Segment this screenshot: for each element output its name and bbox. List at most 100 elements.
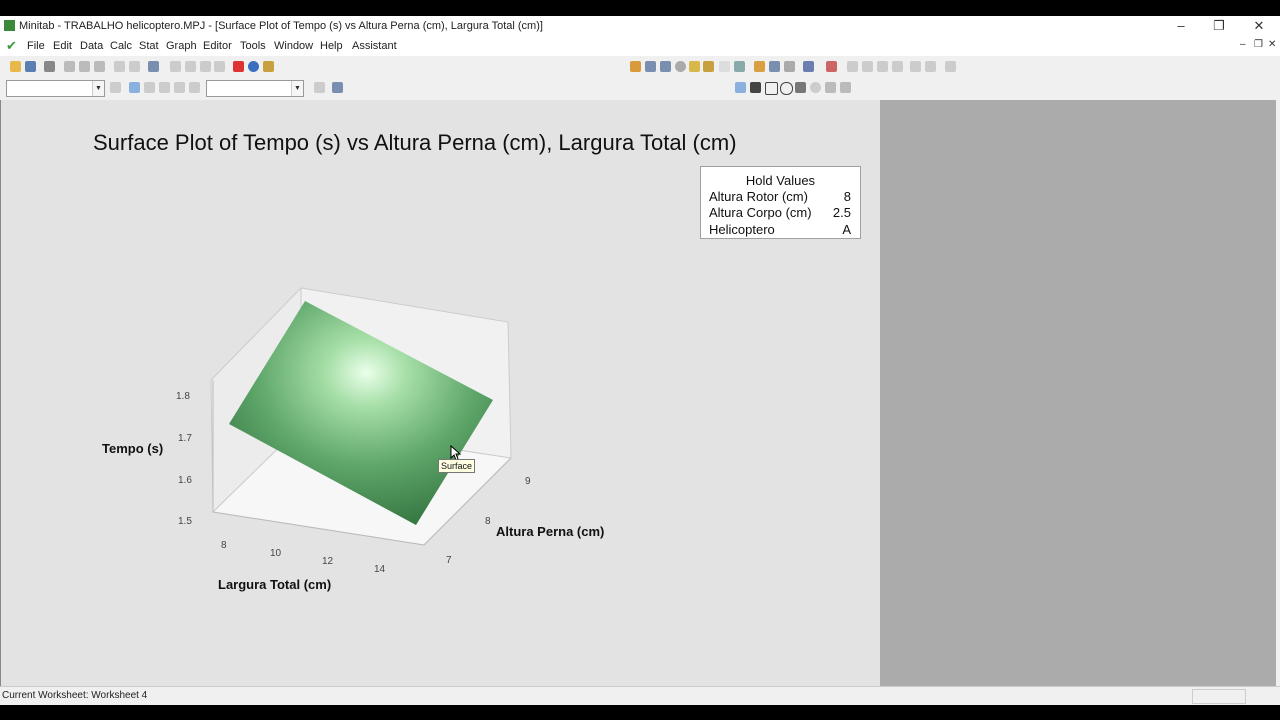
brush-icon[interactable] [803,61,814,72]
y-axis-title: Altura Perna (cm) [496,524,605,539]
z-tick-label: 1.5 [178,516,192,527]
menu-editor[interactable]: Editor [203,40,232,52]
empty-mdi-area [880,100,1276,686]
find-icon[interactable] [200,61,211,72]
graph-toolbar: ▼ ▼ [0,77,1280,98]
text-tool-icon[interactable] [750,82,761,93]
chevron-down-icon: ▼ [291,81,303,96]
standard-toolbar [0,56,1280,77]
minitab-app-icon [4,20,15,31]
print-icon[interactable] [44,61,55,72]
rectangle-tool-icon[interactable] [765,82,778,95]
z-axis-title: Tempo (s) [102,441,164,456]
edit-tool-5-icon[interactable] [910,61,921,72]
y-tick-label: 9 [525,476,531,487]
arrow-down-icon[interactable] [185,61,196,72]
project-manager-icon[interactable] [630,61,641,72]
minitab-window: Minitab - TRABALHO helicoptero.MPJ - [Su… [0,16,1280,705]
paste-icon[interactable] [94,61,105,72]
edit-tool-6-icon[interactable] [925,61,936,72]
menu-bar: ✔ File Edit Data Calc Stat Graph Editor … [0,36,1280,56]
menu-calc[interactable]: Calc [110,40,132,52]
graph-window: Surface Plot of Tempo (s) vs Altura Pern… [0,100,881,686]
table-icon[interactable] [769,61,780,72]
z-tick-label: 1.8 [176,391,190,402]
x-tick-label: 12 [322,556,334,567]
minimize-button[interactable]: – [1162,16,1200,36]
status-bar: Current Worksheet: Worksheet 4 [0,686,1280,705]
close-button[interactable]: ✕ [1240,16,1278,36]
menu-file[interactable]: File [27,40,45,52]
edit-tool-3-icon[interactable] [877,61,888,72]
cut-icon[interactable] [64,61,75,72]
menu-data[interactable]: Data [80,40,103,52]
mdi-restore-button[interactable]: ❐ [1254,39,1263,50]
menu-window[interactable]: Window [274,40,313,52]
brush-tool-icon[interactable] [144,82,155,93]
swap-icon[interactable] [189,82,200,93]
history-icon[interactable] [689,61,700,72]
x-axis-title: Largura Total (cm) [218,577,332,592]
restore-button[interactable]: ❐ [1200,16,1238,36]
design-icon[interactable] [754,61,765,72]
zoom-icon[interactable] [332,82,343,93]
menu-help[interactable]: Help [320,40,343,52]
polygon-tool-icon[interactable] [840,82,851,93]
edit-tool-icon[interactable] [847,61,858,72]
info-icon[interactable] [675,61,686,72]
menu-assistant[interactable]: Assistant [352,40,397,52]
title-bar: Minitab - TRABALHO helicoptero.MPJ - [Su… [0,16,1280,36]
help-icon[interactable] [248,61,259,72]
report-pad-icon[interactable] [719,61,730,72]
crosshair-icon[interactable] [159,82,170,93]
x-tick-label: 8 [221,540,227,551]
graph-tool-icon[interactable] [110,82,121,93]
y-tick-label: 8 [485,516,491,527]
ellipse-tool-icon[interactable] [780,82,793,95]
select-tool-icon[interactable] [129,82,140,93]
worksheets-icon[interactable] [660,61,671,72]
graphs-folder-icon[interactable] [703,61,714,72]
mdi-minimize-button[interactable]: – [1240,39,1246,50]
edit-tool-4-icon[interactable] [892,61,903,72]
assistant-icon[interactable] [263,61,274,72]
open-icon[interactable] [10,61,21,72]
z-tick-label: 1.6 [178,475,192,486]
cancel-icon[interactable] [233,61,244,72]
edit-tool-7-icon[interactable] [945,61,956,72]
menu-edit[interactable]: Edit [53,40,72,52]
x-tick-label: 14 [374,564,386,575]
pointer-tool-icon[interactable] [735,82,746,93]
marker-tool-icon[interactable] [810,82,821,93]
z-tick-label: 1.7 [178,433,192,444]
status-panel [1192,689,1246,704]
filter-icon[interactable] [174,82,185,93]
layout-icon[interactable] [784,61,795,72]
layout-selector-combo[interactable]: ▼ [206,80,304,97]
status-text: Current Worksheet: Worksheet 4 [2,690,148,701]
mdi-close-button[interactable]: ✕ [1268,39,1276,50]
undo-icon[interactable] [114,61,125,72]
copy-icon[interactable] [79,61,90,72]
window-title: Minitab - TRABALHO helicoptero.MPJ - [Su… [19,20,543,32]
menu-tools[interactable]: Tools [240,40,266,52]
redo-icon[interactable] [129,61,140,72]
chevron-down-icon: ▼ [92,81,104,96]
session-icon[interactable] [645,61,656,72]
close-tool-icon[interactable] [314,82,325,93]
formula-icon[interactable] [826,61,837,72]
polyline-tool-icon[interactable] [825,82,836,93]
worksheet-icon[interactable] [148,61,159,72]
y-tick-label: 7 [446,555,452,566]
surface-plot[interactable] [1,100,881,686]
menu-graph[interactable]: Graph [166,40,197,52]
line-tool-icon[interactable] [795,82,806,93]
replace-icon[interactable] [214,61,225,72]
item-selector-combo[interactable]: ▼ [6,80,105,97]
arrow-up-icon[interactable] [170,61,181,72]
edit-tool-2-icon[interactable] [862,61,873,72]
menu-stat[interactable]: Stat [139,40,159,52]
x-tick-label: 10 [270,548,282,559]
save-icon[interactable] [25,61,36,72]
related-docs-icon[interactable] [734,61,745,72]
